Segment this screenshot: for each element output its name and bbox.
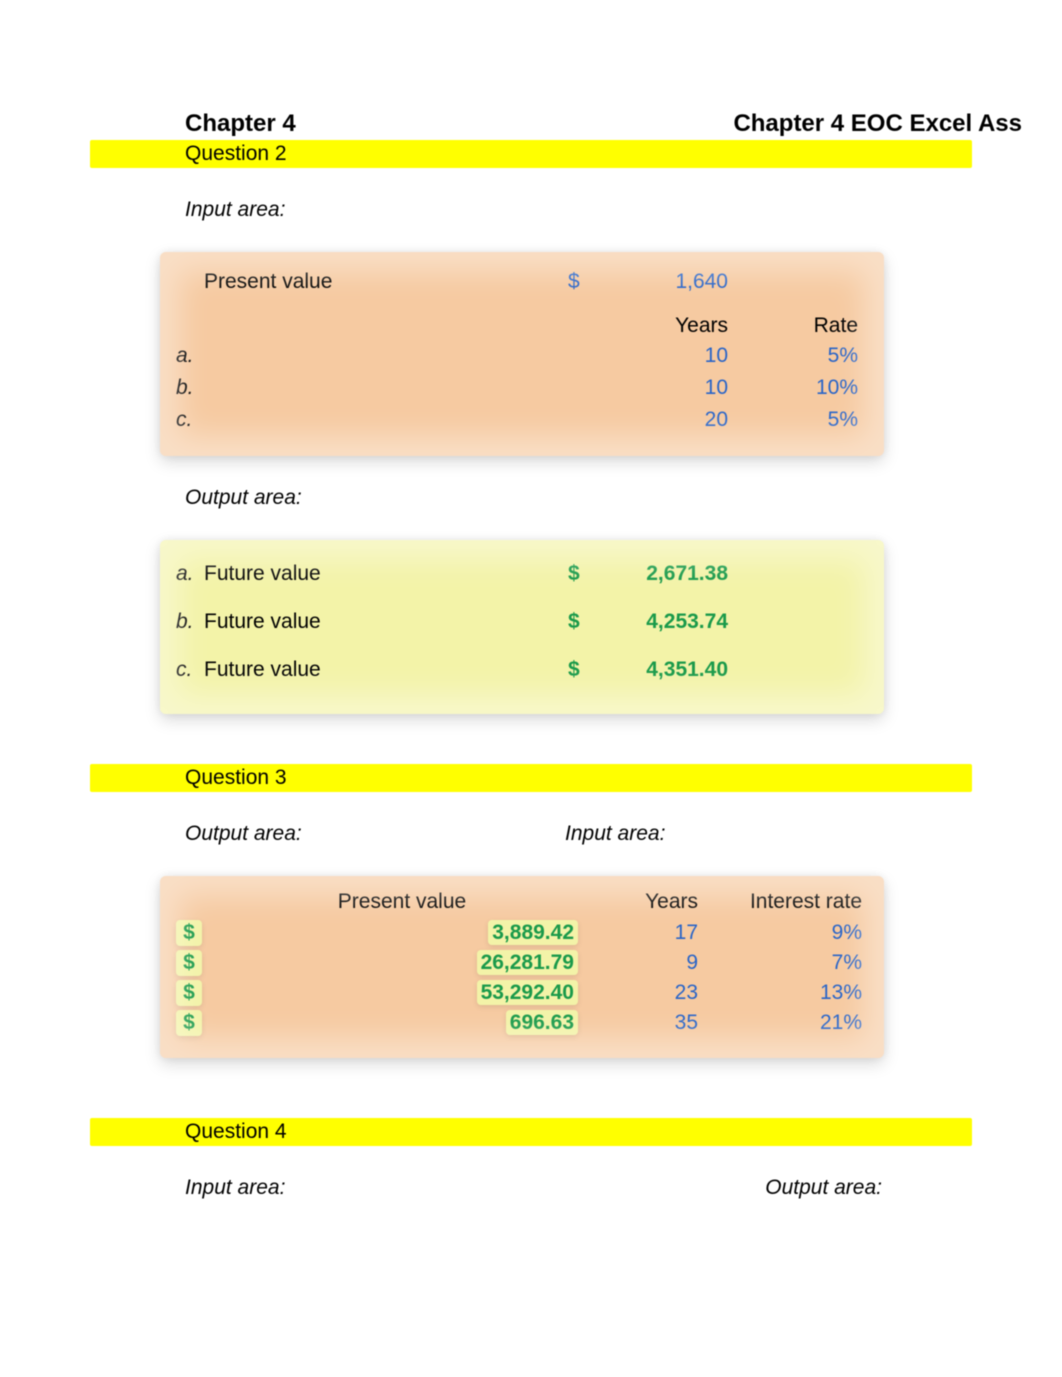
pv-value: 53,292.40 — [477, 980, 578, 1005]
header-chapter: Chapter 4 — [185, 110, 296, 138]
currency-symbol: $ — [176, 980, 202, 1006]
q3-labels-row: Output area: Input area: — [0, 792, 1062, 854]
rate-header: Interest rate — [718, 890, 868, 914]
question-2-label: Question 2 — [90, 142, 972, 166]
header-row: Chapter 4 Chapter 4 EOC Excel Ass — [0, 110, 1062, 138]
row-marker: c. — [176, 658, 204, 682]
fv-value: 4,253.74 — [608, 610, 758, 634]
currency-symbol: $ — [176, 920, 202, 946]
rate-value: 21% — [718, 1011, 868, 1035]
years-value: 17 — [588, 921, 718, 945]
years-header: Years — [608, 314, 758, 338]
currency-symbol: $ — [568, 270, 608, 294]
q3-output-label: Output area: — [185, 822, 302, 846]
table-row: $ 696.63 35 21% — [176, 1008, 868, 1038]
fv-label: Future value — [204, 658, 568, 682]
years-value: 10 — [608, 344, 758, 368]
row-marker: b. — [176, 376, 204, 400]
fv-value: 2,671.38 — [608, 562, 758, 586]
question-3-banner: Question 3 — [90, 764, 972, 792]
pv-value: 1,640 — [608, 270, 758, 294]
fv-label: Future value — [204, 562, 568, 586]
years-value: 20 — [608, 408, 758, 432]
question-4-label: Question 4 — [90, 1120, 972, 1144]
rate-value: 5% — [758, 408, 868, 432]
rate-value: 13% — [718, 981, 868, 1005]
currency-symbol: $ — [568, 610, 608, 634]
q2-output-box: a. Future value $ 2,671.38 b. Future val… — [160, 540, 884, 714]
table-row: $ 3,889.42 17 9% — [176, 918, 868, 948]
fv-value: 4,351.40 — [608, 658, 758, 682]
header-title: Chapter 4 EOC Excel Ass — [733, 110, 1022, 138]
q2-input-box: Present value $ 1,640 Years Rate a. 10 5… — [160, 252, 884, 456]
pv-value: 3,889.42 — [488, 920, 578, 945]
rate-value: 10% — [758, 376, 868, 400]
rate-value: 9% — [718, 921, 868, 945]
q2-output-label: Output area: — [0, 456, 1062, 518]
currency-symbol: $ — [568, 562, 608, 586]
q4-labels-row: Input area: Output area: — [0, 1146, 1062, 1200]
row-marker: a. — [176, 562, 204, 586]
pv-header: Present value — [216, 890, 588, 914]
years-header: Years — [588, 890, 718, 914]
row-marker: a. — [176, 344, 204, 368]
currency-symbol: $ — [176, 950, 202, 976]
q4-input-label: Input area: — [185, 1176, 285, 1200]
currency-symbol: $ — [176, 1010, 202, 1036]
page: Chapter 4 Chapter 4 EOC Excel Ass Questi… — [0, 0, 1062, 1200]
question-4-banner: Question 4 — [90, 1118, 972, 1146]
rate-header: Rate — [758, 314, 868, 338]
currency-symbol: $ — [568, 658, 608, 682]
pv-value: 696.63 — [506, 1010, 578, 1035]
table-row: $ 26,281.79 9 7% — [176, 948, 868, 978]
fv-label: Future value — [204, 610, 568, 634]
q4-output-label: Output area: — [765, 1176, 882, 1200]
table-row: $ 53,292.40 23 13% — [176, 978, 868, 1008]
q3-box: Present value Years Interest rate $ 3,88… — [160, 876, 884, 1058]
q2-input-label: Input area: — [0, 168, 1062, 230]
row-marker: b. — [176, 610, 204, 634]
q3-input-label: Input area: — [565, 822, 665, 846]
years-value: 35 — [588, 1011, 718, 1035]
pv-value: 26,281.79 — [477, 950, 578, 975]
question-3-label: Question 3 — [90, 766, 972, 790]
rate-value: 7% — [718, 951, 868, 975]
pv-label: Present value — [204, 270, 568, 294]
years-value: 10 — [608, 376, 758, 400]
years-value: 9 — [588, 951, 718, 975]
years-value: 23 — [588, 981, 718, 1005]
rate-value: 5% — [758, 344, 868, 368]
question-2-banner: Question 2 — [90, 140, 972, 168]
row-marker: c. — [176, 408, 204, 432]
